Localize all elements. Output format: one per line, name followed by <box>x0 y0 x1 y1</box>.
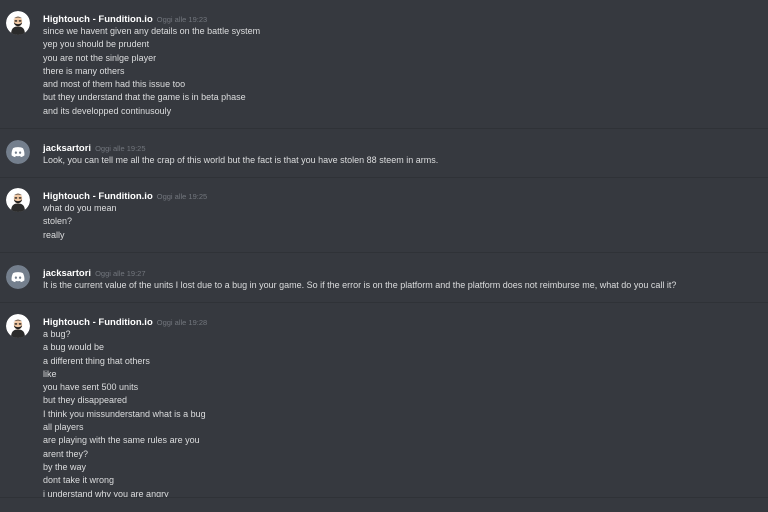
message-line: really <box>43 229 65 240</box>
message-body: Look, you can tell me all the crap of th… <box>43 154 438 167</box>
message-line: you are not the sinlge player <box>43 52 157 63</box>
username[interactable]: Hightouch - Fundition.io <box>43 191 153 202</box>
message-body: since we havent given any details on the… <box>43 25 260 118</box>
timestamp: Oggi alle 19:27 <box>95 269 146 278</box>
message-header: jacksartori Oggi alle 19:27 <box>43 264 146 280</box>
message-line: and most of them had this issue too <box>43 79 186 90</box>
message-line: yep you should be prudent <box>43 39 150 50</box>
message-line: a bug would be <box>43 342 105 353</box>
bearded-man-avatar-icon[interactable] <box>6 314 30 338</box>
username[interactable]: jacksartori <box>43 268 91 279</box>
message-divider <box>0 252 768 253</box>
discord-logo-avatar-icon[interactable] <box>6 140 30 164</box>
message-line: since we havent given any details on the… <box>43 26 261 36</box>
message-header: Hightouch - Fundition.io Oggi alle 19:23 <box>43 10 207 26</box>
message-line: you have sent 500 units <box>43 382 139 393</box>
message-divider <box>0 128 768 129</box>
message-divider <box>0 302 768 303</box>
message-body: what do you mean stolen? really <box>43 202 117 242</box>
timestamp: Oggi alle 19:28 <box>156 318 208 327</box>
message-line: It is the current value of the units I l… <box>43 280 677 290</box>
username[interactable]: jacksartori <box>43 143 91 154</box>
message-line: arent they? <box>43 448 89 459</box>
chat-message-list[interactable]: Hightouch - Fundition.io Oggi alle 19:23 s… <box>0 0 768 511</box>
message-line: a different thing that others <box>43 355 150 366</box>
timestamp: Oggi alle 19:25 <box>95 144 146 153</box>
message-line: and its developped continusouly <box>43 105 172 116</box>
message-line: stolen? <box>43 216 73 227</box>
message-line: there is many others <box>43 65 125 76</box>
message-line: what do you mean <box>43 203 117 213</box>
message-line: but they understand that the game is in … <box>43 92 246 103</box>
message-line: a bug? <box>43 329 71 339</box>
message-line: Look, you can tell me all the crap of th… <box>43 155 439 165</box>
message-header: jacksartori Oggi alle 19:25 <box>43 139 146 155</box>
message-line: by the way <box>43 461 87 472</box>
message-line: all players <box>43 422 84 433</box>
message-divider <box>0 177 768 178</box>
bearded-man-avatar-icon[interactable] <box>6 188 30 212</box>
message-line: are playing with the same rules are you <box>43 435 200 446</box>
message-body: It is the current value of the units I l… <box>43 279 676 292</box>
bearded-man-avatar-icon[interactable] <box>6 11 30 35</box>
message-line: but they disappeared <box>43 395 128 406</box>
message-body: a bug? a bug would be a different thing th… <box>43 328 206 501</box>
timestamp: Oggi alle 19:25 <box>156 192 208 201</box>
message-header: Hightouch - Fundition.io Oggi alle 19:25 <box>43 187 207 203</box>
timestamp: Oggi alle 19:23 <box>156 15 208 24</box>
message-line: I think you missunderstand what is a bug <box>43 408 206 419</box>
message-line: like <box>43 368 57 379</box>
message-header: Hightouch - Fundition.io Oggi alle 19:28 <box>43 313 207 329</box>
discord-logo-avatar-icon[interactable] <box>6 265 30 289</box>
message-line: dont take it wrong <box>43 475 115 486</box>
username[interactable]: Hightouch - Fundition.io <box>43 317 153 328</box>
message-input-area[interactable] <box>0 497 768 512</box>
username[interactable]: Hightouch - Fundition.io <box>43 14 153 25</box>
